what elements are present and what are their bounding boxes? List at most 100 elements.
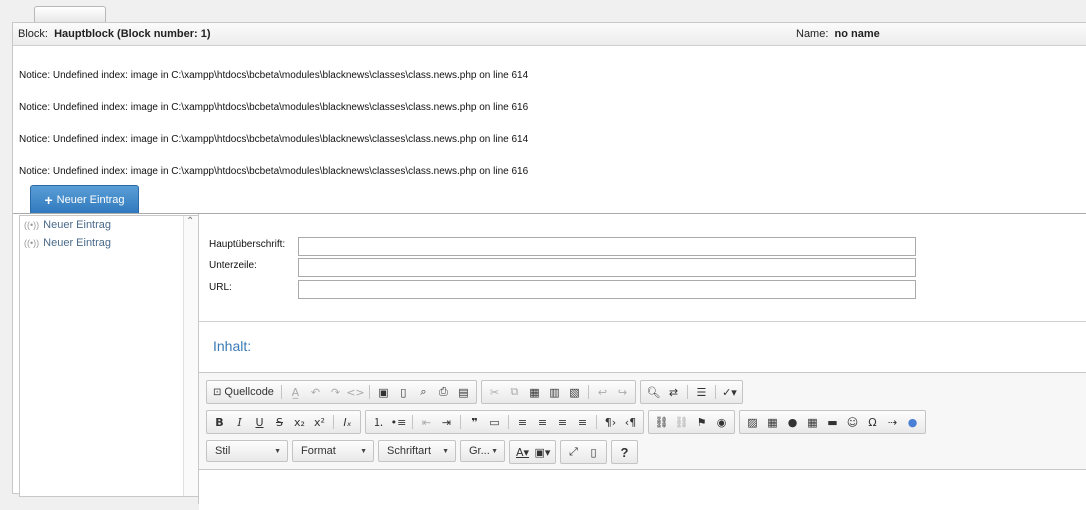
- indent-icon[interactable]: ⇥: [437, 412, 456, 432]
- name-label: Name: no name: [796, 28, 880, 40]
- content-frame: Block: Hauptblock (Block number: 1) Name…: [12, 22, 1086, 510]
- toolbar-group-colors: A▾ ▣▾: [509, 440, 556, 464]
- copy-icon[interactable]: ⧉: [505, 382, 524, 402]
- cut-icon[interactable]: ✂: [485, 382, 504, 402]
- align-right-icon[interactable]: ≡: [553, 412, 572, 432]
- subline-input[interactable]: [298, 258, 916, 277]
- top-tab[interactable]: [34, 6, 106, 23]
- font-size-select[interactable]: Gr... ▼: [460, 440, 505, 462]
- undo-arrow-icon[interactable]: ↩: [593, 382, 612, 402]
- redo-arrow-icon[interactable]: ↪: [613, 382, 632, 402]
- entry-list: ((•)) Neuer Eintrag ((•)) Neuer Eintrag …: [19, 215, 199, 497]
- toolbar-group-links: ⛓ ⛓ ⚑ ◉: [648, 410, 735, 434]
- help-button[interactable]: ?: [615, 442, 634, 462]
- preview-icon[interactable]: ⌕: [414, 382, 433, 402]
- subscript-icon[interactable]: x₂: [290, 412, 309, 432]
- smiley-icon[interactable]: ☺: [843, 412, 862, 432]
- ltr-icon[interactable]: ¶›: [601, 412, 620, 432]
- source-label: Quellcode: [224, 386, 274, 398]
- font-select[interactable]: Schriftart ▼: [378, 440, 456, 462]
- list-item-label: Neuer Eintrag: [43, 237, 112, 249]
- bg-color-icon[interactable]: ▣▾: [533, 442, 552, 462]
- dropdown-arrow-icon: ▼: [274, 447, 281, 455]
- flash-icon[interactable]: ▦: [763, 412, 782, 432]
- toolbar-group-editing: 🔍︎ ⇄ ☰ ✓▾: [639, 380, 743, 404]
- url-input[interactable]: [298, 280, 916, 299]
- unlink-icon[interactable]: ⛓: [672, 412, 691, 432]
- php-notice: Notice: Undefined index: image in C:\xam…: [19, 166, 529, 177]
- source-button[interactable]: ⊡ Quellcode: [210, 382, 277, 402]
- strikethrough-icon[interactable]: S: [270, 412, 289, 432]
- table-icon[interactable]: ▦: [803, 412, 822, 432]
- block-value: Hauptblock (Block number: 1): [54, 28, 211, 40]
- broadcast-icon: ((•)): [24, 220, 40, 230]
- select-all-icon[interactable]: ☰: [692, 382, 711, 402]
- text-color-icon[interactable]: A▾: [513, 442, 532, 462]
- style-select[interactable]: Stil ▼: [206, 440, 288, 462]
- editor-content-area[interactable]: [199, 469, 1086, 510]
- undo-icon[interactable]: ↶: [306, 382, 325, 402]
- format-select-label: Format: [301, 445, 336, 457]
- paste-word-icon[interactable]: ▧: [565, 382, 584, 402]
- show-blocks-icon[interactable]: ▯: [584, 442, 603, 462]
- embed-icon[interactable]: ◉: [712, 412, 731, 432]
- source-icon: ⊡: [213, 386, 222, 398]
- list-item[interactable]: ((•)) Neuer Eintrag: [24, 219, 111, 231]
- headline-input[interactable]: [298, 237, 916, 256]
- replace-icon[interactable]: ⇄: [664, 382, 683, 402]
- dropdown-arrow-icon: ▼: [442, 447, 449, 455]
- underline-icon[interactable]: U: [250, 412, 269, 432]
- block-label: Block: Hauptblock (Block number: 1): [18, 28, 211, 40]
- spellcheck-icon[interactable]: ✓▾: [720, 382, 739, 402]
- blockquote-icon[interactable]: ❞: [465, 412, 484, 432]
- redo-icon[interactable]: ↷: [326, 382, 345, 402]
- list-item-label: Neuer Eintrag: [43, 219, 112, 231]
- new-entry-button[interactable]: + Neuer Eintrag: [30, 185, 139, 214]
- align-center-icon[interactable]: ≡: [533, 412, 552, 432]
- align-justify-icon[interactable]: ≡: [573, 412, 592, 432]
- print-icon[interactable]: ⎙: [434, 382, 453, 402]
- php-notice: Notice: Undefined index: image in C:\xam…: [19, 134, 529, 145]
- italic-icon[interactable]: I: [230, 412, 249, 432]
- div-icon[interactable]: ▭: [485, 412, 504, 432]
- dropdown-arrow-icon: ▼: [491, 447, 498, 455]
- chevron-up-icon[interactable]: ⌃: [186, 216, 194, 227]
- template-icon[interactable]: A̲: [286, 382, 305, 402]
- special-char-icon[interactable]: Ω: [863, 412, 882, 432]
- rich-text-editor: ⊡ Quellcode A̲ ↶ ↷ <> ▣ ▯ ⌕ ⎙ ▤ ✂ ⧉ ▦ ▥: [199, 372, 1086, 510]
- save-icon[interactable]: ▣: [374, 382, 393, 402]
- content-label: Inhalt:: [213, 338, 252, 354]
- link-icon[interactable]: ⛓: [652, 412, 671, 432]
- swf-icon[interactable]: ●: [783, 412, 802, 432]
- format-select[interactable]: Format ▼: [292, 440, 374, 462]
- templates-icon[interactable]: ▤: [454, 382, 473, 402]
- image-icon[interactable]: ▨: [743, 412, 762, 432]
- superscript-icon[interactable]: x²: [310, 412, 329, 432]
- paste-text-icon[interactable]: ▥: [545, 382, 564, 402]
- url-label: URL:: [209, 282, 232, 293]
- toolbar-row-2: B I U S x₂ x² Iₓ ⒈ •≡ ⇤ ⇥ ❞ ▭ ≡ ≡ ≡ ≡ ¶›…: [206, 410, 926, 434]
- rtl-icon[interactable]: ‹¶: [621, 412, 640, 432]
- remove-format-icon[interactable]: Iₓ: [338, 412, 357, 432]
- new-page-icon[interactable]: ▯: [394, 382, 413, 402]
- toolbar-group-document: ⊡ Quellcode A̲ ↶ ↷ <> ▣ ▯ ⌕ ⎙ ▤: [206, 380, 477, 404]
- numbered-list-icon[interactable]: ⒈: [369, 412, 388, 432]
- bold-icon[interactable]: B: [210, 412, 229, 432]
- maximize-icon[interactable]: ⤢: [564, 442, 583, 462]
- find-icon[interactable]: 🔍︎: [644, 382, 663, 402]
- horizontal-rule-icon[interactable]: ▬: [823, 412, 842, 432]
- font-select-label: Schriftart: [387, 445, 432, 457]
- outdent-icon[interactable]: ⇤: [417, 412, 436, 432]
- page-break-icon[interactable]: ⇢: [883, 412, 902, 432]
- list-item[interactable]: ((•)) Neuer Eintrag: [24, 237, 111, 249]
- align-left-icon[interactable]: ≡: [513, 412, 532, 432]
- bulleted-list-icon[interactable]: •≡: [389, 412, 408, 432]
- toolbar-row-1: ⊡ Quellcode A̲ ↶ ↷ <> ▣ ▯ ⌕ ⎙ ▤ ✂ ⧉ ▦ ▥: [206, 380, 743, 404]
- paste-icon[interactable]: ▦: [525, 382, 544, 402]
- anchor-icon[interactable]: ⚑: [692, 412, 711, 432]
- iframe-icon[interactable]: ●: [903, 412, 922, 432]
- code-icon[interactable]: <>: [346, 382, 365, 402]
- toolbar-row-3: Stil ▼ Format ▼ Schriftart ▼ Gr... ▼ A▾ …: [206, 440, 638, 464]
- divider: [13, 213, 1086, 214]
- list-scrollbar[interactable]: ⌃: [183, 216, 198, 496]
